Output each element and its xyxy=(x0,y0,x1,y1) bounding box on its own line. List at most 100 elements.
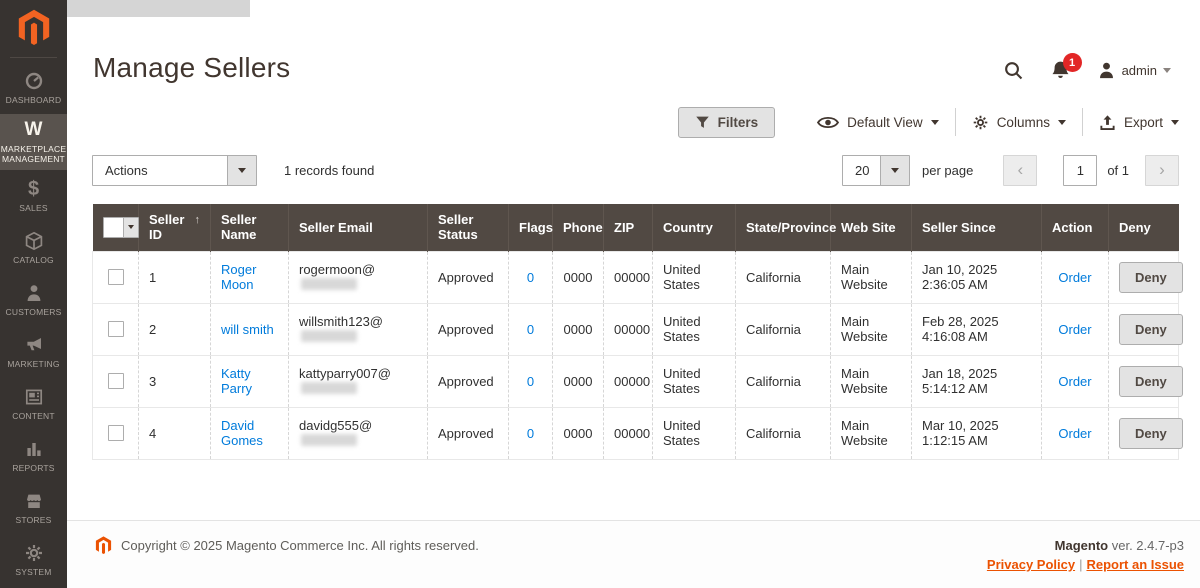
actions-select[interactable]: Actions xyxy=(92,154,257,186)
table-row: 1 Roger Moon rogermoon@ Approved 0 0000 … xyxy=(92,250,1183,304)
search-icon[interactable] xyxy=(1003,60,1024,81)
seller-name-link[interactable]: David Gomes xyxy=(221,418,263,448)
marketplace-icon: W xyxy=(24,119,43,140)
magento-logo[interactable] xyxy=(17,0,51,55)
cell-seller-id: 3 xyxy=(138,355,211,408)
row-checkbox[interactable] xyxy=(107,373,124,390)
col-header-web-site[interactable]: Web Site xyxy=(830,204,912,251)
col-header-action[interactable]: Action xyxy=(1041,204,1109,251)
sidebar-item-dashboard[interactable]: DASHBOARD xyxy=(0,62,67,114)
seller-name-link[interactable]: will smith xyxy=(221,322,274,337)
col-header-deny[interactable]: Deny xyxy=(1108,204,1179,251)
sidebar-item-sales[interactable]: $ SALES xyxy=(0,170,67,222)
col-header-country[interactable]: Country xyxy=(652,204,736,251)
col-header-flags[interactable]: Flags xyxy=(508,204,553,251)
sidebar-item-catalog[interactable]: CATALOG xyxy=(0,222,67,274)
top-artifact-strip xyxy=(67,0,250,17)
admin-username: admin xyxy=(1121,63,1157,78)
col-header-seller-name[interactable]: Seller Name xyxy=(210,204,289,251)
footer: Copyright © 2025 Magento Commerce Inc. A… xyxy=(67,520,1200,588)
notifications-bell[interactable]: 1 xyxy=(1050,53,1082,81)
cell-seller-since: Jan 10, 2025 2:36:05 AM xyxy=(911,250,1042,304)
seller-name-link[interactable]: Roger Moon xyxy=(221,262,256,292)
select-all-checkbox[interactable] xyxy=(104,218,123,237)
sidebar-item-system[interactable]: SYSTEM xyxy=(0,534,67,586)
seller-name-link[interactable]: Katty Parry xyxy=(221,366,252,396)
select-all-dropdown[interactable] xyxy=(102,216,139,238)
default-view-menu[interactable]: Default View xyxy=(801,115,955,130)
flags-link[interactable]: 0 xyxy=(527,270,534,285)
cell-state: California xyxy=(735,303,831,356)
footer-separator: | xyxy=(1079,557,1083,572)
per-page-select[interactable]: 20 xyxy=(841,154,910,186)
order-link[interactable]: Order xyxy=(1058,270,1091,285)
cell-state: California xyxy=(735,355,831,408)
filters-button[interactable]: Filters xyxy=(677,106,776,138)
row-checkbox[interactable] xyxy=(107,321,124,338)
col-header-seller-email[interactable]: Seller Email xyxy=(288,204,428,251)
flags-link[interactable]: 0 xyxy=(527,322,534,337)
chevron-down-icon xyxy=(1057,119,1066,125)
next-chevron-icon: › xyxy=(1159,160,1165,179)
cell-country: United States xyxy=(652,250,736,304)
sidebar-item-reports[interactable]: REPORTS xyxy=(0,430,67,482)
col-header-seller-status[interactable]: Seller Status xyxy=(427,204,509,251)
catalog-icon xyxy=(24,231,44,251)
col-header-state-province[interactable]: State/Province xyxy=(735,204,836,251)
prev-page-button[interactable]: ‹ xyxy=(1003,154,1038,186)
privacy-policy-link[interactable]: Privacy Policy xyxy=(987,557,1075,572)
sidebar-item-marketplace-management[interactable]: W MARKETPLACE MANAGEMENT xyxy=(0,114,67,170)
content-icon xyxy=(24,387,44,407)
eye-icon xyxy=(817,116,840,128)
copyright-text: Copyright © 2025 Magento Commerce Inc. A… xyxy=(121,538,479,553)
notification-badge[interactable]: 1 xyxy=(1062,53,1082,72)
sidebar-item-customers[interactable]: CUSTOMERS xyxy=(0,274,67,326)
row-checkbox[interactable] xyxy=(107,425,124,442)
cell-phone: 0000 xyxy=(552,355,604,408)
sidebar-item-label: SALES xyxy=(19,203,48,213)
cell-seller-status: Approved xyxy=(427,407,509,460)
order-link[interactable]: Order xyxy=(1058,322,1091,337)
magento-footer-icon xyxy=(95,536,112,554)
blurred-email-domain xyxy=(301,330,357,342)
sort-asc-icon: ↑ xyxy=(194,214,201,227)
col-header-zip[interactable]: ZIP xyxy=(603,204,653,251)
deny-button[interactable]: Deny xyxy=(1119,313,1183,345)
marketing-icon xyxy=(24,335,44,355)
row-checkbox[interactable] xyxy=(107,269,124,286)
deny-button[interactable]: Deny xyxy=(1119,261,1183,293)
col-header-phone[interactable]: Phone xyxy=(552,204,604,251)
sales-icon: $ xyxy=(27,178,40,200)
per-page-label: per page xyxy=(921,162,974,178)
deny-button[interactable]: Deny xyxy=(1119,417,1183,449)
cell-seller-id: 4 xyxy=(138,407,211,460)
admin-menu[interactable]: admin xyxy=(1097,61,1171,80)
gear-icon xyxy=(973,115,987,129)
export-menu[interactable]: Export xyxy=(1083,114,1179,131)
col-header-seller-id[interactable]: ↑ Seller ID xyxy=(138,204,211,251)
sidebar-item-marketing[interactable]: MARKETING xyxy=(0,326,67,378)
order-link[interactable]: Order xyxy=(1058,374,1091,389)
columns-menu[interactable]: Columns xyxy=(956,114,1082,131)
deny-button[interactable]: Deny xyxy=(1119,365,1183,397)
report-issue-link[interactable]: Report an Issue xyxy=(1086,557,1184,572)
records-found-text: 1 records found xyxy=(284,162,375,178)
select-all-header xyxy=(92,204,139,251)
sidebar-item-stores[interactable]: STORES xyxy=(0,482,67,534)
sidebar-item-label: REPORTS xyxy=(12,463,55,473)
page-number-input[interactable] xyxy=(1063,154,1098,186)
cell-website: Main Website xyxy=(830,250,912,304)
flags-link[interactable]: 0 xyxy=(527,426,534,441)
sidebar-item-content[interactable]: CONTENT xyxy=(0,378,67,430)
blurred-email-domain xyxy=(301,382,357,394)
order-link[interactable]: Order xyxy=(1058,426,1091,441)
sidebar-item-label: DASHBOARD xyxy=(5,95,62,105)
col-header-seller-since[interactable]: Seller Since xyxy=(911,204,1042,251)
next-page-button[interactable]: › xyxy=(1145,154,1179,186)
table-row: 4 David Gomes davidg555@ Approved 0 0000… xyxy=(92,407,1183,460)
chevron-down-icon xyxy=(930,119,939,125)
flags-link[interactable]: 0 xyxy=(527,374,534,389)
select-all-caret[interactable] xyxy=(122,217,138,237)
table-header-row: ↑ Seller ID Seller Name Seller Email Sell… xyxy=(92,204,1179,251)
user-icon xyxy=(1097,61,1116,80)
